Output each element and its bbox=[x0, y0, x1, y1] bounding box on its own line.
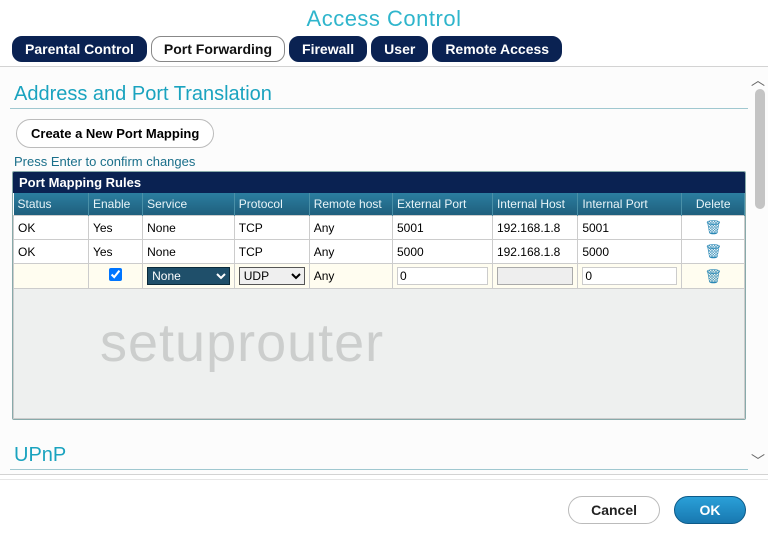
cell-protocol: TCP bbox=[234, 240, 309, 264]
cell-status: OK bbox=[14, 240, 89, 264]
section-address-port-title: Address and Port Translation bbox=[10, 77, 748, 109]
port-mapping-table: Port Mapping Rules Status Enable Service… bbox=[12, 171, 746, 420]
trash-icon[interactable]: 🗑 bbox=[704, 268, 722, 285]
cell-internal-port: 5001 bbox=[578, 216, 682, 240]
cell-external-port: 5001 bbox=[393, 216, 493, 240]
cell-status bbox=[14, 264, 89, 289]
internal-port-input[interactable] bbox=[582, 267, 677, 285]
table-row[interactable]: OK Yes None TCP Any 5001 192.168.1.8 500… bbox=[14, 216, 745, 240]
col-external-port: External Port bbox=[393, 193, 493, 216]
service-select[interactable]: None bbox=[147, 267, 230, 285]
cell-enable: Yes bbox=[88, 240, 142, 264]
external-port-input[interactable] bbox=[397, 267, 488, 285]
page-title: Access Control bbox=[0, 0, 768, 36]
ok-button[interactable]: OK bbox=[674, 496, 746, 524]
cell-remote-host: Any bbox=[309, 240, 392, 264]
trash-icon[interactable]: 🗑 bbox=[704, 219, 722, 236]
cell-service: None bbox=[143, 216, 235, 240]
create-port-mapping-button[interactable]: Create a New Port Mapping bbox=[16, 119, 214, 148]
cell-remote-host: Any bbox=[309, 264, 392, 289]
cell-protocol: TCP bbox=[234, 216, 309, 240]
cell-internal-host: 192.168.1.8 bbox=[492, 216, 577, 240]
cell-status: OK bbox=[14, 216, 89, 240]
col-internal-host: Internal Host bbox=[492, 193, 577, 216]
tab-port-forwarding[interactable]: Port Forwarding bbox=[151, 36, 285, 62]
col-delete: Delete bbox=[682, 193, 745, 216]
tab-firewall[interactable]: Firewall bbox=[289, 36, 367, 62]
scroll-thumb[interactable] bbox=[755, 89, 765, 209]
cell-enable: Yes bbox=[88, 216, 142, 240]
tab-bar: Parental Control Port Forwarding Firewal… bbox=[0, 36, 768, 66]
enable-checkbox[interactable] bbox=[109, 268, 122, 281]
trash-icon[interactable]: 🗑 bbox=[704, 243, 722, 260]
cell-internal-host: 192.168.1.8 bbox=[492, 240, 577, 264]
col-internal-port: Internal Port bbox=[578, 193, 682, 216]
scroll-down-icon[interactable]: ﹀ bbox=[751, 454, 765, 468]
table-row-edit[interactable]: None UDP Any 🗑 bbox=[14, 264, 745, 289]
content-area: ︿ ﹀ Address and Port Translation Create … bbox=[0, 66, 768, 475]
cell-internal-port: 5000 bbox=[578, 240, 682, 264]
tab-parental-control[interactable]: Parental Control bbox=[12, 36, 147, 62]
col-service: Service bbox=[143, 193, 235, 216]
table-header-row: Status Enable Service Protocol Remote ho… bbox=[14, 193, 745, 216]
col-protocol: Protocol bbox=[234, 193, 309, 216]
confirm-hint: Press Enter to confirm changes bbox=[10, 152, 748, 171]
scroll-up-icon[interactable]: ︿ bbox=[751, 73, 765, 87]
table-title: Port Mapping Rules bbox=[13, 172, 745, 193]
table-row[interactable]: OK Yes None TCP Any 5000 192.168.1.8 500… bbox=[14, 240, 745, 264]
section-upnp-title: UPnP bbox=[10, 438, 748, 470]
col-remote-host: Remote host bbox=[309, 193, 392, 216]
cell-service: None bbox=[143, 240, 235, 264]
footer-bar: Cancel OK bbox=[0, 479, 768, 539]
cell-external-port: 5000 bbox=[393, 240, 493, 264]
tab-remote-access[interactable]: Remote Access bbox=[432, 36, 562, 62]
cell-remote-host: Any bbox=[309, 216, 392, 240]
table-empty-area bbox=[14, 289, 745, 419]
col-enable: Enable bbox=[88, 193, 142, 216]
tab-user[interactable]: User bbox=[371, 36, 428, 62]
col-status: Status bbox=[14, 193, 89, 216]
protocol-select[interactable]: UDP bbox=[239, 267, 305, 285]
internal-host-input[interactable] bbox=[497, 267, 573, 285]
cancel-button[interactable]: Cancel bbox=[568, 496, 660, 524]
